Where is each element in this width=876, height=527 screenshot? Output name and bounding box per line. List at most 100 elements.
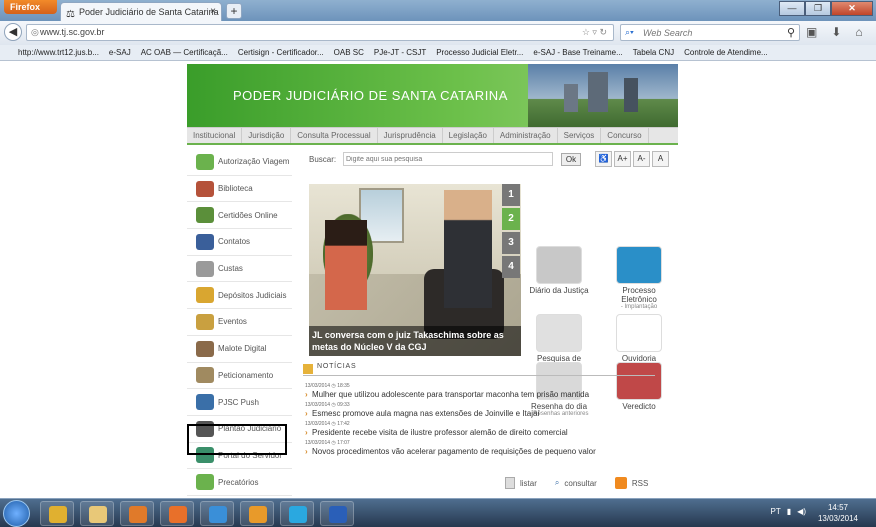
taskbar-app-outlook[interactable]	[240, 501, 274, 526]
search-ok-button[interactable]: Ok	[561, 153, 581, 166]
font-increase-button[interactable]: A+	[614, 151, 631, 167]
menu-item[interactable]: Institucional	[187, 128, 243, 143]
news-title-link[interactable]: Novos procedimentos vão acelerar pagamen…	[305, 447, 655, 456]
bookmark-item[interactable]: Tabela CNJ	[633, 45, 674, 60]
ie-icon	[209, 506, 227, 523]
font-reset-button[interactable]: A	[652, 151, 669, 167]
url-bar[interactable]: ◎ www.tj.sc.gov.br ☆ ▿ ↻	[26, 24, 614, 41]
news-title-link[interactable]: Presidente recebe visita de ilustre prof…	[305, 428, 655, 437]
building-shape	[588, 72, 608, 112]
tab-close-icon[interactable]: ×	[210, 3, 216, 21]
slider-caption[interactable]: JL conversa com o juiz Takaschima sobre …	[309, 326, 521, 356]
slider-page-button[interactable]: 4	[502, 256, 520, 278]
menu-item[interactable]: Legislação	[443, 128, 494, 143]
slider-pager: 1234	[502, 184, 520, 280]
service-link[interactable]: OuvidoriaJudicial	[604, 314, 674, 369]
left-nav-item[interactable]: Biblioteca	[187, 176, 292, 203]
bookmark-item[interactable]: e-SAJ - Base Treiname...	[533, 45, 622, 60]
left-nav-label: Precatórios	[218, 477, 259, 487]
clock[interactable]: 14:57 13/03/2014	[808, 502, 868, 524]
maximize-button[interactable]: ❐	[805, 1, 831, 16]
taskbar-app-skype[interactable]	[280, 501, 314, 526]
minimize-button[interactable]: —	[779, 1, 805, 16]
clock-date: 13/03/2014	[817, 514, 859, 523]
download-icon[interactable]: ⬇	[831, 25, 841, 39]
menu-item[interactable]: Administração	[494, 128, 558, 143]
judge-figure	[444, 190, 492, 308]
left-nav-item[interactable]: Contatos	[187, 229, 292, 256]
nav-item-icon	[196, 233, 214, 250]
bookmark-item[interactable]: Controle de Atendime...	[684, 45, 768, 60]
menu-item[interactable]: Jurisprudência	[378, 128, 443, 143]
bookmark-item[interactable]: AC OAB — Certificaçã...	[141, 45, 228, 60]
outlook-icon	[249, 506, 267, 523]
bookmark-item[interactable]: e-SAJ	[109, 45, 131, 60]
consult-link[interactable]: ⌕ consultar	[555, 477, 597, 489]
nav-item-icon	[196, 394, 214, 411]
bookmark-item[interactable]: Certisign - Certificador...	[238, 45, 324, 60]
search-engine-icon[interactable]: ⌕▾	[625, 27, 634, 38]
web-search-input[interactable]	[643, 26, 773, 39]
taskbar-app-chrome[interactable]	[40, 501, 74, 526]
web-search-box[interactable]: ⌕▾ ⚲	[620, 24, 800, 41]
bookmark-item[interactable]: OAB SC	[334, 45, 364, 60]
bookmark-item[interactable]: PJe-JT - CSJT	[374, 45, 426, 60]
close-window-button[interactable]: ✕	[831, 1, 873, 16]
taskbar-app-ie[interactable]	[200, 501, 234, 526]
bookmark-item[interactable]: Processo Judicial Eletr...	[436, 45, 523, 60]
news-title-link[interactable]: Mulher que utilizou adolescente para tra…	[305, 390, 655, 399]
left-nav-label: Custas	[218, 264, 243, 274]
news-slider[interactable]: JL conversa com o juiz Takaschima sobre …	[309, 184, 521, 356]
left-nav-item[interactable]: Peticionamento	[187, 363, 292, 390]
left-nav-item[interactable]: Precatórios	[187, 469, 292, 496]
bookmark-item[interactable]: http://www.trt12.jus.b...	[18, 45, 99, 60]
news-time-text: 17:07	[337, 440, 350, 446]
network-icon[interactable]: ▮	[787, 507, 791, 516]
language-indicator[interactable]: PT	[771, 507, 781, 516]
service-label: Processo Eletrônico	[621, 286, 657, 304]
back-button[interactable]: ◀	[4, 23, 22, 41]
search-icon[interactable]: ⚲	[787, 26, 795, 39]
menu-item[interactable]: Serviços	[558, 128, 602, 143]
menu-item[interactable]: Concurso	[601, 128, 649, 143]
news-header: NOTÍCIAS	[303, 363, 655, 376]
taskbar-app-firefox[interactable]	[160, 501, 194, 526]
news-date-text: 13/03/2014	[305, 383, 331, 389]
taskbar-app-explorer[interactable]	[80, 501, 114, 526]
rss-link[interactable]: RSS	[614, 477, 648, 489]
site-title[interactable]: PODER JUDICIÁRIO DE SANTA CATARINA	[233, 88, 508, 103]
slider-page-button[interactable]: 2	[502, 208, 520, 230]
bookmarks-menu-icon[interactable]: ▣	[806, 25, 817, 39]
menu-item[interactable]: Jurisdição	[242, 128, 292, 143]
service-link[interactable]: Processo Eletrônico - Implantação	[604, 246, 674, 310]
taskbar-app-media[interactable]	[120, 501, 154, 526]
left-nav-item[interactable]: Malote Digital	[187, 336, 292, 363]
bookmark-star-icon[interactable]: ☆ ▿ ↻	[582, 27, 607, 38]
site-search-input[interactable]	[343, 152, 553, 166]
accessibility-icon[interactable]: ♿	[595, 151, 612, 167]
tab-tjsc[interactable]: ⚖ Poder Judiciário de Santa Catarina ×	[60, 2, 222, 21]
left-nav-label: Depósitos Judiciais	[218, 290, 287, 300]
home-icon[interactable]: ⌂	[855, 25, 862, 39]
slider-page-button[interactable]: 1	[502, 184, 520, 206]
slider-page-button[interactable]: 3	[502, 232, 520, 254]
left-nav-item[interactable]: Custas	[187, 256, 292, 283]
font-decrease-button[interactable]: A-	[633, 151, 650, 167]
menu-item[interactable]: Consulta Processual	[291, 128, 378, 143]
volume-icon[interactable]: ◀)	[797, 507, 806, 516]
left-nav-item[interactable]: Certidões Online	[187, 202, 292, 230]
left-nav-item[interactable]: Autorização Viagem	[187, 149, 292, 176]
list-link[interactable]: listar	[505, 477, 537, 489]
left-nav-item[interactable]: Depósitos Judiciais	[187, 282, 292, 310]
firefox-menu-button[interactable]: Firefox	[4, 0, 57, 14]
news-item: 13/03/2014 ◷ 17:07Novos procedimentos vã…	[305, 440, 655, 456]
start-button[interactable]	[3, 500, 30, 527]
left-nav-item[interactable]: PJSC Push	[187, 389, 292, 416]
taskbar-app-word[interactable]	[320, 501, 354, 526]
left-nav-label: Peticionamento	[218, 370, 274, 380]
window-titlebar: Firefox ⚖ Poder Judiciário de Santa Cata…	[0, 0, 876, 21]
service-link[interactable]: Diário da Justiça	[524, 246, 594, 295]
news-title-link[interactable]: Esmesc promove aula magna nas extensões …	[305, 409, 655, 418]
left-nav-item[interactable]: Eventos	[187, 309, 292, 336]
new-tab-button[interactable]: +	[226, 3, 242, 19]
